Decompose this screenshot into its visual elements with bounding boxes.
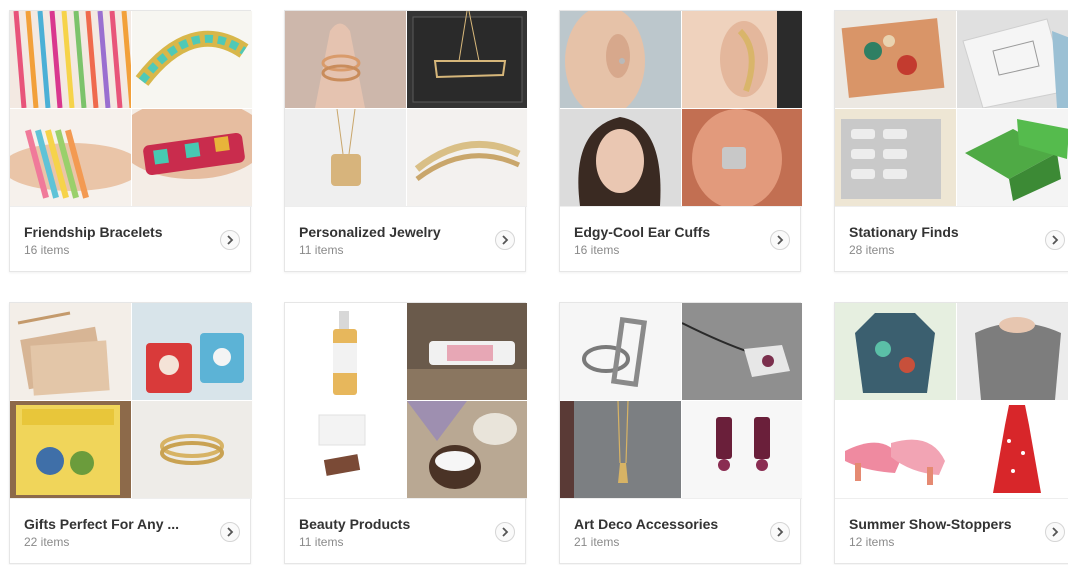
collection-title[interactable]: Beauty Products (299, 516, 489, 532)
chevron-right-icon[interactable] (495, 230, 515, 250)
collection-footer[interactable]: Summer Show-Stoppers 12 items (835, 498, 1068, 565)
patterned-card-photo (835, 109, 956, 206)
gold-rings-photo (132, 401, 252, 498)
envelopes-photo (957, 11, 1068, 108)
floral-top-photo (835, 303, 956, 400)
collection-mosaic[interactable] (285, 303, 527, 498)
collection-mosaic[interactable] (10, 303, 252, 498)
deco-necklace-photo (560, 401, 681, 498)
wrist-bracelets-photo (10, 109, 131, 206)
collection-footer[interactable]: Personalized Jewelry 11 items (285, 206, 527, 273)
collection-item-count: 16 items (24, 243, 70, 257)
collection-title[interactable]: Summer Show-Stoppers (849, 516, 1039, 532)
deco-earrings-photo (682, 401, 802, 498)
printed-mugs-photo (132, 303, 252, 400)
chevron-right-icon[interactable] (770, 230, 790, 250)
chevron-right-icon[interactable] (220, 230, 240, 250)
state-necklace-photo (407, 11, 527, 108)
soap-bars-photo (285, 401, 406, 498)
collection-card-stationary-finds[interactable]: Stationary Finds 28 items (834, 10, 1068, 272)
deco-ring-photo (560, 303, 681, 400)
lotion-tins-photo (407, 401, 527, 498)
collection-footer[interactable]: Beauty Products 11 items (285, 498, 527, 565)
collection-card-ear-cuffs[interactable]: Edgy-Cool Ear Cuffs 16 items (559, 10, 802, 273)
collection-footer[interactable]: Stationary Finds 28 items (835, 206, 1068, 273)
collection-card-gifts[interactable]: Gifts Perfect For Any ... 22 items (9, 302, 252, 565)
spray-bottle-photo (285, 303, 406, 400)
collection-card-personalized-jewelry[interactable]: Personalized Jewelry 11 items (284, 10, 527, 273)
model-portrait-photo (560, 109, 681, 206)
collection-mosaic[interactable] (835, 11, 1068, 206)
collection-card-beauty-products[interactable]: Beauty Products 11 items (284, 302, 527, 565)
friendship-bracelets-photo (10, 11, 131, 108)
collection-item-count: 11 items (299, 535, 344, 549)
chevron-right-icon[interactable] (770, 522, 790, 542)
initial-rings-photo (285, 11, 406, 108)
green-tin-box-photo (957, 109, 1068, 206)
collection-item-count: 12 items (849, 535, 895, 549)
collection-item-count: 22 items (24, 535, 70, 549)
ear-cuff-side-photo (560, 11, 681, 108)
collection-footer[interactable]: Edgy-Cool Ear Cuffs 16 items (560, 206, 802, 273)
ear-climber-photo (682, 11, 802, 108)
floral-notebook-photo (835, 11, 956, 108)
collection-mosaic[interactable] (560, 11, 802, 206)
chevron-right-icon[interactable] (495, 522, 515, 542)
collection-footer[interactable]: Art Deco Accessories 21 items (560, 498, 802, 565)
collection-item-count: 11 items (299, 243, 344, 257)
collection-card-friendship-bracelets[interactable]: Friendship Bracelets 16 items (9, 10, 252, 273)
chevron-right-icon[interactable] (1045, 230, 1065, 250)
collection-item-count: 16 items (574, 243, 620, 257)
collection-title[interactable]: Personalized Jewelry (299, 224, 489, 240)
collection-title[interactable]: Gifts Perfect For Any ... (24, 516, 214, 532)
stamped-pendant-photo (285, 109, 406, 206)
collection-item-count: 28 items (849, 243, 895, 257)
perfume-oil-photo (407, 303, 527, 400)
collection-mosaic[interactable] (10, 11, 252, 206)
collection-mosaic[interactable] (560, 303, 802, 498)
red-dress-photo (957, 401, 1068, 498)
chevron-bracelet-photo (132, 11, 252, 108)
kraft-envelopes-photo (10, 303, 131, 400)
grey-sweater-photo (957, 303, 1068, 400)
collection-title[interactable]: Art Deco Accessories (574, 516, 764, 532)
wizard-of-oz-book-photo (10, 401, 131, 498)
collection-footer[interactable]: Gifts Perfect For Any ... 22 items (10, 498, 252, 565)
pink-shoes-photo (835, 401, 956, 498)
collection-title[interactable]: Stationary Finds (849, 224, 1039, 240)
collection-footer[interactable]: Friendship Bracelets 16 items (10, 206, 252, 273)
gold-cuffs-photo (407, 109, 527, 206)
chevron-right-icon[interactable] (220, 522, 240, 542)
collection-card-summer-show-stoppers[interactable]: Summer Show-Stoppers 12 items (834, 302, 1068, 564)
chevron-right-icon[interactable] (1045, 522, 1065, 542)
collection-mosaic[interactable] (835, 303, 1068, 498)
deco-pendant-photo (682, 303, 802, 400)
beaded-cuff-photo (132, 109, 252, 206)
silver-ear-cuff-photo (682, 109, 802, 206)
collection-mosaic[interactable] (285, 11, 527, 206)
collection-card-art-deco[interactable]: Art Deco Accessories 21 items (559, 302, 802, 565)
collection-title[interactable]: Friendship Bracelets (24, 224, 214, 240)
collection-title[interactable]: Edgy-Cool Ear Cuffs (574, 224, 764, 240)
collection-item-count: 21 items (574, 535, 620, 549)
